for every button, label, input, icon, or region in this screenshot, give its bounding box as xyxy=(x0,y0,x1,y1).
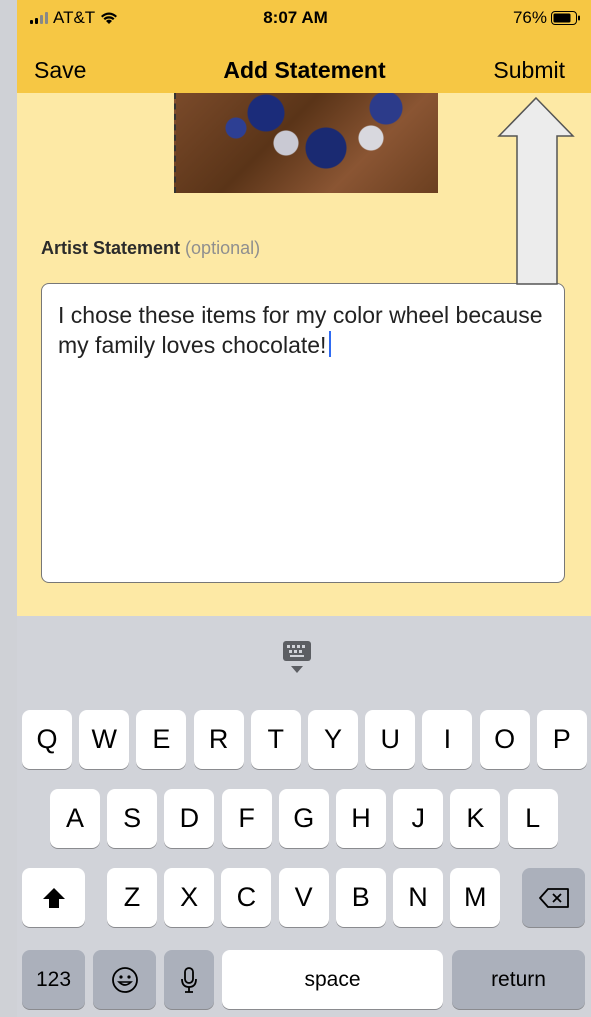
shift-key[interactable] xyxy=(22,868,85,927)
shift-icon xyxy=(42,887,65,908)
key-c[interactable]: C xyxy=(221,868,272,927)
key-a[interactable]: A xyxy=(50,789,100,848)
key-v[interactable]: V xyxy=(278,868,329,927)
key-d[interactable]: D xyxy=(164,789,215,848)
emoji-key[interactable] xyxy=(93,950,156,1009)
optional-hint: (optional) xyxy=(185,238,261,258)
key-m[interactable]: M xyxy=(450,868,501,927)
submit-button[interactable]: Submit xyxy=(493,57,565,84)
keyboard-dismiss-icon[interactable] xyxy=(280,638,314,676)
key-x[interactable]: X xyxy=(164,868,215,927)
artwork-photo xyxy=(174,93,438,193)
key-q[interactable]: Q xyxy=(22,710,72,769)
battery-percent: 76% xyxy=(512,8,547,27)
key-h[interactable]: H xyxy=(336,789,386,848)
battery-icon xyxy=(551,11,580,25)
return-key[interactable]: return xyxy=(452,950,585,1009)
emoji-icon xyxy=(111,966,138,993)
microphone-icon xyxy=(181,966,197,993)
statement-text: I chose these items for my color wheel b… xyxy=(58,302,543,358)
key-z[interactable]: Z xyxy=(107,868,157,927)
key-w[interactable]: W xyxy=(79,710,130,769)
status-time: 8:07 AM xyxy=(263,8,328,27)
key-r[interactable]: R xyxy=(193,710,244,769)
key-k[interactable]: K xyxy=(450,789,501,848)
statement-textarea[interactable]: I chose these items for my color wheel b… xyxy=(41,283,565,583)
key-e[interactable]: E xyxy=(136,710,187,769)
backspace-key[interactable] xyxy=(522,868,585,927)
key-g[interactable]: G xyxy=(278,789,329,848)
statement-text-container: I chose these items for my color wheel b… xyxy=(58,300,548,360)
key-y[interactable]: Y xyxy=(308,710,358,769)
text-cursor xyxy=(329,331,332,357)
key-i[interactable]: I xyxy=(422,710,473,769)
key-s[interactable]: S xyxy=(107,789,158,848)
statement-label: Artist Statement (optional) xyxy=(41,238,260,259)
key-n[interactable]: N xyxy=(393,868,443,927)
space-key[interactable]: space xyxy=(222,950,443,1009)
key-j[interactable]: J xyxy=(393,789,444,848)
arrow-up-icon xyxy=(497,96,575,285)
key-t[interactable]: T xyxy=(250,710,301,769)
microphone-key[interactable] xyxy=(164,950,214,1009)
key-b[interactable]: B xyxy=(335,868,386,927)
key-l[interactable]: L xyxy=(507,789,558,848)
key-u[interactable]: U xyxy=(365,710,416,769)
status-battery: 76% xyxy=(513,8,581,28)
key-p[interactable]: P xyxy=(536,710,587,769)
numbers-key[interactable]: 123 xyxy=(22,950,85,1009)
backspace-icon xyxy=(538,887,569,908)
key-o[interactable]: O xyxy=(479,710,530,769)
statement-label-text: Artist Statement xyxy=(41,238,181,258)
key-f[interactable]: F xyxy=(221,789,272,848)
